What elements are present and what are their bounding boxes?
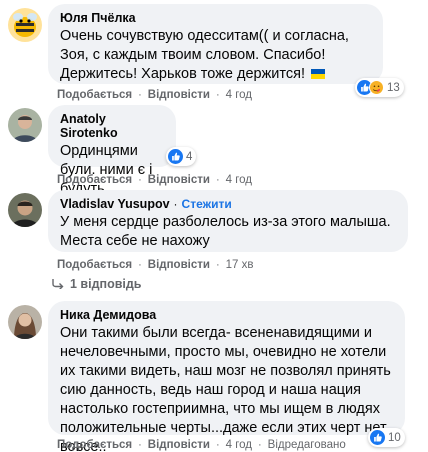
action-separator: · xyxy=(215,439,220,451)
bee-avatar-icon xyxy=(8,8,42,42)
reaction-count: 13 xyxy=(387,81,400,94)
comment-anatoly: Anatoly Sirotenko Ординцями були. ними є… xyxy=(0,100,428,197)
author-separator: · xyxy=(173,197,178,211)
comment-bubble: Anatoly Sirotenko Ординцями були. ними є… xyxy=(48,105,176,197)
comment-nika: Ника Демидова Они такими были всегда- вс… xyxy=(0,298,428,452)
avatar-nika[interactable] xyxy=(8,305,42,339)
comment-bubble: Vladislav Yusupov · Стежити У меня сердц… xyxy=(48,190,408,252)
person-photo-icon xyxy=(8,108,42,142)
comment-text: Они такими были всегда- всененавидящими … xyxy=(60,325,391,452)
avatar-anatoly[interactable] xyxy=(8,108,42,142)
comment-bubble: Юля Пчёлка Очень сочувствую одесситам(( … xyxy=(48,4,383,84)
comment-author[interactable]: Ника Демидова xyxy=(60,308,156,322)
reply-link[interactable]: Відповісти xyxy=(148,439,210,451)
comment-author[interactable]: Юля Пчёлка xyxy=(60,11,136,25)
comment-text: Очень сочувствую одесситам(( и согласна,… xyxy=(60,27,371,84)
action-separator: · xyxy=(215,259,220,271)
reaction-summary[interactable]: 13 xyxy=(355,78,404,97)
comment-vladislav: Vladislav Yusupov · Стежити У меня сердц… xyxy=(0,185,428,271)
action-separator: · xyxy=(258,439,262,451)
person-photo-icon xyxy=(8,305,42,339)
comment-actions: Подобається · Відповісти · 17 хв xyxy=(57,259,253,271)
comment-text: У меня сердце разболелось из-за этого ма… xyxy=(60,214,391,249)
comment-yulia: Юля Пчёлка Очень сочувствую одесситам(( … xyxy=(0,0,428,101)
avatar-vladislav[interactable] xyxy=(8,193,42,227)
avatar-bee[interactable] xyxy=(8,8,42,42)
reply-arrow-icon xyxy=(52,279,64,289)
view-replies-label: 1 відповідь xyxy=(70,277,142,291)
reaction-summary[interactable]: 10 xyxy=(368,428,405,447)
comment-timestamp[interactable]: 4 год xyxy=(226,439,252,451)
reply-link[interactable]: Відповісти xyxy=(148,259,210,271)
comment-author[interactable]: Anatoly Sirotenko xyxy=(60,112,164,140)
comment-actions: Подобається · Відповісти · 4 год · Відре… xyxy=(57,439,346,451)
action-separator: · xyxy=(138,259,142,271)
reaction-count: 4 xyxy=(186,150,193,163)
comment-timestamp[interactable]: 17 хв xyxy=(226,259,254,271)
like-link[interactable]: Подобається xyxy=(57,259,132,271)
care-reaction-icon xyxy=(369,80,384,95)
edited-label[interactable]: Відредаговано xyxy=(268,439,346,451)
like-reaction-icon xyxy=(168,149,183,164)
ukraine-flag-icon xyxy=(311,69,326,79)
like-link[interactable]: Подобається xyxy=(57,439,132,451)
reaction-count: 10 xyxy=(388,431,401,444)
comment-bubble: Ника Демидова Они такими были всегда- вс… xyxy=(48,301,405,452)
comment-author[interactable]: Vladislav Yusupov xyxy=(60,197,170,211)
view-replies-link[interactable]: 1 відповідь xyxy=(52,277,141,291)
comment-text-body: Очень сочувствую одесситам(( и согласна,… xyxy=(60,28,349,82)
person-photo-icon xyxy=(8,193,42,227)
follow-button[interactable]: Стежити xyxy=(182,197,232,211)
reaction-summary[interactable]: 4 xyxy=(166,147,197,166)
like-reaction-icon xyxy=(370,430,385,445)
action-separator: · xyxy=(138,439,142,451)
